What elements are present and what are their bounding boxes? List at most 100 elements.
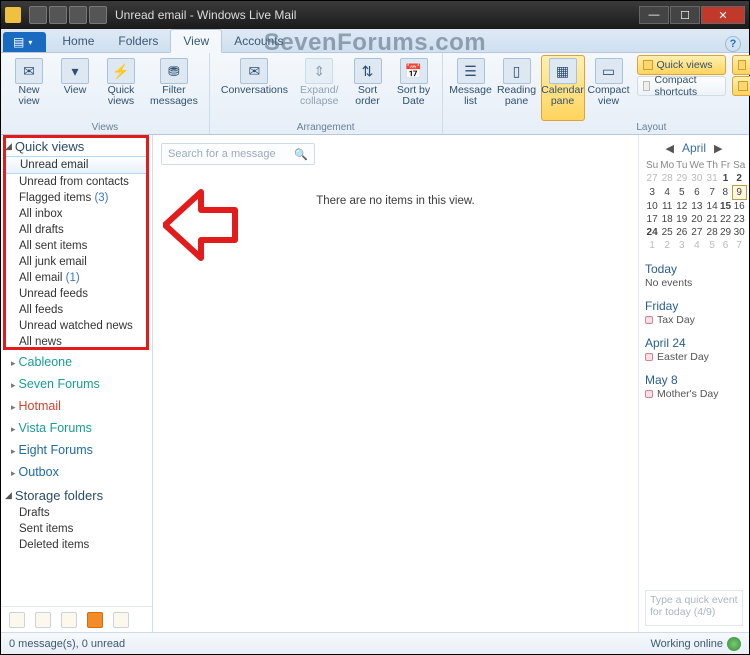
qat-btn[interactable] — [89, 6, 107, 24]
minimize-button[interactable]: — — [639, 6, 669, 24]
sidebar-item[interactable]: Unread email — [5, 156, 148, 174]
sidebar-item[interactable]: Sent items — [1, 521, 152, 537]
calendar-day[interactable]: 14 — [705, 200, 719, 214]
next-month-icon[interactable]: ▶ — [714, 142, 722, 155]
calendar-day[interactable]: 30 — [732, 226, 746, 239]
search-input[interactable]: Search for a message 🔍 — [161, 143, 315, 165]
sidebar-item[interactable]: All feeds — [1, 302, 152, 318]
calendar-day[interactable]: 9 — [732, 186, 746, 200]
calendar-day[interactable]: 10 — [645, 200, 659, 214]
calendar-day[interactable]: 17 — [645, 213, 659, 226]
calendar-day[interactable]: 6 — [688, 186, 705, 200]
sidebar-account[interactable]: ▸Eight Forums — [1, 438, 152, 460]
calendar-day[interactable]: 2 — [732, 172, 746, 186]
prev-month-icon[interactable]: ◀ — [666, 142, 674, 155]
qat-btn[interactable] — [29, 6, 47, 24]
new-view-button[interactable]: ✉New view — [7, 55, 51, 121]
qat-btn[interactable] — [49, 6, 67, 24]
tab-home[interactable]: Home — [50, 30, 106, 52]
feeds-icon[interactable] — [87, 612, 103, 628]
quick-views-button[interactable]: ⚡Quick views — [99, 55, 143, 121]
sort-order-button[interactable]: ⇅Sort order — [346, 55, 390, 121]
month-label[interactable]: April — [682, 141, 706, 155]
calendar-day[interactable]: 4 — [659, 186, 675, 200]
calendar-day[interactable]: 24 — [645, 226, 659, 239]
calendar-day[interactable]: 16 — [732, 200, 746, 214]
qat-btn[interactable] — [69, 6, 87, 24]
sidebar-item[interactable]: Drafts — [1, 505, 152, 521]
quick-views-toggle[interactable]: Quick views — [637, 55, 726, 75]
calendar-day[interactable]: 1 — [645, 239, 659, 252]
storage-folders-toggle[interactable]: Storage folders — [732, 55, 750, 75]
sidebar-item[interactable]: Unread feeds — [1, 286, 152, 302]
calendar-day[interactable]: 3 — [675, 239, 688, 252]
calendar-day[interactable]: 7 — [705, 186, 719, 200]
calendar-day[interactable]: 1 — [719, 172, 732, 186]
event-item[interactable]: Mother's Day — [645, 388, 743, 400]
calendar-day[interactable]: 29 — [719, 226, 732, 239]
mail-icon[interactable] — [9, 612, 25, 628]
calendar-day[interactable]: 20 — [688, 213, 705, 226]
sidebar-item[interactable]: All inbox — [1, 206, 152, 222]
calendar-day[interactable]: 7 — [732, 239, 746, 252]
sidebar-item[interactable]: All junk email — [1, 254, 152, 270]
tab-accounts[interactable]: Accounts — [222, 30, 295, 52]
calendar-day[interactable]: 19 — [675, 213, 688, 226]
sidebar-account[interactable]: ▸Vista Forums — [1, 416, 152, 438]
sidebar-item[interactable]: Flagged items (3) — [1, 190, 152, 206]
calendar-day[interactable]: 11 — [659, 200, 675, 214]
event-item[interactable]: Easter Day — [645, 351, 743, 363]
sidebar-account[interactable]: ▸Cableone — [1, 350, 152, 372]
calendar-day[interactable]: 29 — [675, 172, 688, 186]
quick-event-input[interactable]: Type a quick event for today (4/9) — [645, 590, 743, 626]
tab-view[interactable]: View — [170, 29, 222, 53]
sidebar-item[interactable]: Unread from contacts — [1, 174, 152, 190]
calendar-pane-button[interactable]: ▦Calendar pane — [541, 55, 585, 121]
help-icon[interactable]: ? — [725, 36, 741, 52]
sidebar-account[interactable]: ▸Hotmail — [1, 394, 152, 416]
calendar-day[interactable]: 28 — [659, 172, 675, 186]
compact-view-button[interactable]: ▭Compact view — [587, 55, 631, 121]
compact-shortcuts-toggle[interactable]: Compact shortcuts — [637, 76, 726, 96]
storage-folders-header[interactable]: ◢Storage folders — [1, 484, 152, 505]
conversations-button[interactable]: ✉Conversations — [216, 55, 293, 121]
sidebar-item[interactable]: All news — [1, 334, 152, 350]
calendar-day[interactable]: 15 — [719, 200, 732, 214]
contacts-icon[interactable] — [61, 612, 77, 628]
calendar-day[interactable]: 8 — [719, 186, 732, 200]
calendar-day[interactable]: 22 — [719, 213, 732, 226]
calendar-day[interactable]: 5 — [675, 186, 688, 200]
expand-collapse-button[interactable]: ⇕Expand/ collapse — [295, 55, 344, 121]
sidebar-item[interactable]: All email (1) — [1, 270, 152, 286]
file-menu[interactable]: ▤▾ — [3, 32, 46, 52]
close-button[interactable]: ✕ — [701, 6, 745, 24]
calendar-day[interactable]: 30 — [688, 172, 705, 186]
sidebar-item[interactable]: All drafts — [1, 222, 152, 238]
calendar-day[interactable]: 23 — [732, 213, 746, 226]
quick-views-header[interactable]: ◢Quick views — [1, 135, 152, 156]
calendar-icon[interactable] — [35, 612, 51, 628]
calendar-day[interactable]: 31 — [705, 172, 719, 186]
calendar-day[interactable]: 21 — [705, 213, 719, 226]
calendar-day[interactable]: 26 — [675, 226, 688, 239]
calendar-day[interactable]: 27 — [688, 226, 705, 239]
sidebar-item[interactable]: All sent items — [1, 238, 152, 254]
sidebar-item[interactable]: Deleted items — [1, 537, 152, 553]
sidebar-item[interactable]: Unread watched news — [1, 318, 152, 334]
calendar-day[interactable]: 28 — [705, 226, 719, 239]
calendar-day[interactable]: 18 — [659, 213, 675, 226]
calendar-day[interactable]: 4 — [688, 239, 705, 252]
event-item[interactable]: Tax Day — [645, 314, 743, 326]
sidebar-account[interactable]: ▸Outbox — [1, 460, 152, 482]
sidebar-account[interactable]: ▸Seven Forums — [1, 372, 152, 394]
calendar-day[interactable]: 27 — [645, 172, 659, 186]
tab-folders[interactable]: Folders — [106, 30, 170, 52]
status-bar-toggle[interactable]: Status bar — [732, 76, 750, 96]
newsgroups-icon[interactable] — [113, 612, 129, 628]
calendar-day[interactable]: 3 — [645, 186, 659, 200]
calendar-day[interactable]: 5 — [705, 239, 719, 252]
calendar-day[interactable]: 2 — [659, 239, 675, 252]
message-list-button[interactable]: ☰Message list — [449, 55, 493, 121]
maximize-button[interactable]: ☐ — [670, 6, 700, 24]
calendar-day[interactable]: 12 — [675, 200, 688, 214]
